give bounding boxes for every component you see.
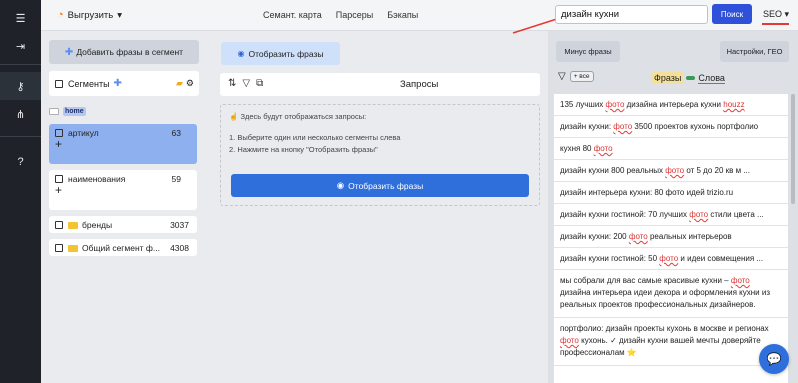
rail-divider (0, 136, 41, 137)
checkbox[interactable] (55, 221, 63, 229)
queries-placeholder: ☝ Здесь будут отображаться запросы: 1. В… (220, 104, 540, 206)
show-phrases-label: Отобразить фразы (348, 180, 424, 191)
segment-item[interactable]: наименования 59 + (49, 170, 197, 210)
segment-count: 59 (171, 174, 181, 184)
segment-label: наименования (68, 174, 126, 184)
pointing-hand-icon: ☝ (229, 112, 241, 121)
filter-icon[interactable]: ▽ (242, 78, 250, 89)
export-label: Выгрузить (67, 9, 114, 21)
chat-icon[interactable]: 💬 (759, 344, 789, 374)
add-to-segment-label: Добавить фразы в сегмент (76, 47, 184, 57)
nav-parsers[interactable]: Парсеры (336, 10, 373, 20)
list-item[interactable]: дизайн кухни гостиной: 70 лучших фото ст… (554, 204, 788, 226)
results-list: 135 лучших фото дизайна интерьера кухни … (554, 94, 788, 383)
icon-rail: ☰ ⇥ ⚷ ⋔ ? (0, 0, 41, 383)
checkbox[interactable] (55, 244, 63, 252)
eye-icon: ◉ (336, 180, 345, 190)
list-item[interactable]: мы собрали для вас самые красивые кухни … (554, 270, 788, 318)
sort-icon[interactable]: ⇅ (228, 78, 236, 89)
list-item[interactable]: дизайн кухни гостиной: 50 фото и идеи со… (554, 248, 788, 270)
seo-underline-annotation (762, 23, 789, 25)
segment-count: 4308 (170, 243, 189, 253)
select-all-checkbox[interactable] (55, 79, 63, 88)
checkbox[interactable] (55, 129, 63, 137)
gear-icon[interactable]: ⚙ (186, 78, 194, 89)
toggle-words[interactable]: Слова (698, 73, 725, 84)
list-item[interactable]: 135 лучших фото дизайна интерьера кухни … (554, 94, 788, 116)
filter-row: ▽ + все (558, 71, 594, 82)
folder-icon (68, 244, 78, 252)
eye-icon: ◉ (237, 49, 245, 58)
filter-icon[interactable]: ▽ (558, 71, 566, 82)
new-folder-icon[interactable]: ▰ (176, 78, 183, 89)
help-icon[interactable]: ? (0, 148, 41, 176)
export-icon: ◔ (57, 9, 64, 21)
copy-icon[interactable]: ⧉ (256, 78, 263, 89)
all-tag[interactable]: + все (569, 71, 594, 82)
segment-label: Общий сегмент ф... (82, 243, 161, 253)
segment-item[interactable]: Общий сегмент ф... 4308 (49, 239, 197, 256)
show-phrases-button[interactable]: ◉ Отобразить фразы (231, 174, 529, 197)
seo-dropdown[interactable]: SEO ▾ (763, 9, 789, 20)
top-bar: ◔ Выгрузить ▾ Семант. карта Парсеры Бэка… (41, 0, 798, 34)
menu-icon[interactable]: ☰ (0, 4, 41, 32)
show-phrases-button-top[interactable]: ◉ Отобразить фразы (221, 42, 340, 65)
segment-item[interactable]: бренды 3037 (49, 216, 197, 233)
export-dropdown[interactable]: ◔ Выгрузить ▾ (57, 9, 122, 21)
toggle-switch[interactable] (686, 76, 696, 80)
chevron-down-icon: ▾ (784, 9, 790, 19)
chevron-down-icon: ▾ (117, 9, 122, 21)
add-phrase-icon[interactable]: + (55, 138, 191, 150)
step-one-text: 1. Выберите один или несколько сегменты … (229, 133, 401, 142)
step-two-text: 2. Нажмите на кнопку "Отобразить фразы" (229, 145, 378, 154)
add-to-segment-button[interactable]: ✚ Добавить фразы в сегмент (49, 40, 199, 64)
queries-header: ⇅ ▽ ⧉ Запросы (220, 73, 540, 96)
list-item[interactable]: дизайн кухни 800 реальных фото от 5 до 2… (554, 160, 788, 182)
settings-geo-button[interactable]: Настройки, ГЕО (720, 41, 789, 62)
segment-label: бренды (82, 220, 113, 230)
segments-header: Сегменты ✚ ▰ ⚙ (49, 71, 199, 96)
login-icon[interactable]: ⇥ (0, 32, 41, 60)
toggle-phrases[interactable]: Фразы (652, 72, 684, 84)
segments-header-label: Сегменты (68, 78, 110, 89)
segment-item[interactable]: артикул 63 + (49, 124, 197, 164)
folder-home[interactable]: home (49, 104, 201, 118)
checkbox[interactable] (55, 175, 63, 183)
segment-count: 3037 (170, 220, 189, 230)
add-phrase-icon[interactable]: + (55, 184, 191, 196)
seo-label: SEO (763, 9, 783, 19)
results-scrollbar[interactable] (791, 94, 795, 383)
queries-title: Запросы (400, 79, 439, 90)
list-item[interactable]: дизайн интерьера кухни: 80 фото идей tri… (554, 182, 788, 204)
phrases-words-toggle[interactable]: Фразы Слова (652, 72, 725, 84)
home-tag: home (63, 106, 86, 116)
folder-icon (49, 107, 59, 115)
list-item[interactable]: кухня 80 фото (554, 138, 788, 160)
search-results-panel: Минус фразы Настройки, ГЕО ▽ + все Фразы… (548, 31, 798, 383)
show-phrases-label: Отобразить фразы (248, 48, 324, 59)
list-item[interactable]: дизайн кухни: 200 фото реальных интерьер… (554, 226, 788, 248)
nav-backups[interactable]: Бэкапы (387, 10, 418, 20)
segment-label: артикул (68, 128, 99, 138)
hierarchy-icon[interactable]: ⋔ (0, 100, 41, 128)
key-icon[interactable]: ⚷ (0, 72, 41, 100)
segments-panel: ✚ Добавить фразы в сегмент Сегменты ✚ ▰ … (49, 40, 201, 256)
nav-semantic-map[interactable]: Семант. карта (263, 10, 322, 20)
search-button[interactable]: Поиск (712, 4, 752, 24)
scrollbar-thumb[interactable] (791, 94, 795, 204)
search-input[interactable] (555, 5, 708, 24)
segment-count: 63 (171, 128, 181, 138)
top-nav: Семант. карта Парсеры Бэкапы (263, 10, 418, 20)
plus-icon: ✚ (64, 46, 74, 58)
list-item[interactable]: дизайн кухни: фото 3500 проектов кухонь … (554, 116, 788, 138)
add-segment-icon[interactable]: ✚ (114, 78, 122, 89)
minus-phrases-button[interactable]: Минус фразы (556, 41, 620, 62)
hint-text: ☝ Здесь будут отображаться запросы: (229, 112, 367, 121)
list-item[interactable]: портфолио: дизайн проекты кухонь в москв… (554, 318, 788, 366)
rail-divider (0, 64, 41, 65)
folder-icon (68, 221, 78, 229)
